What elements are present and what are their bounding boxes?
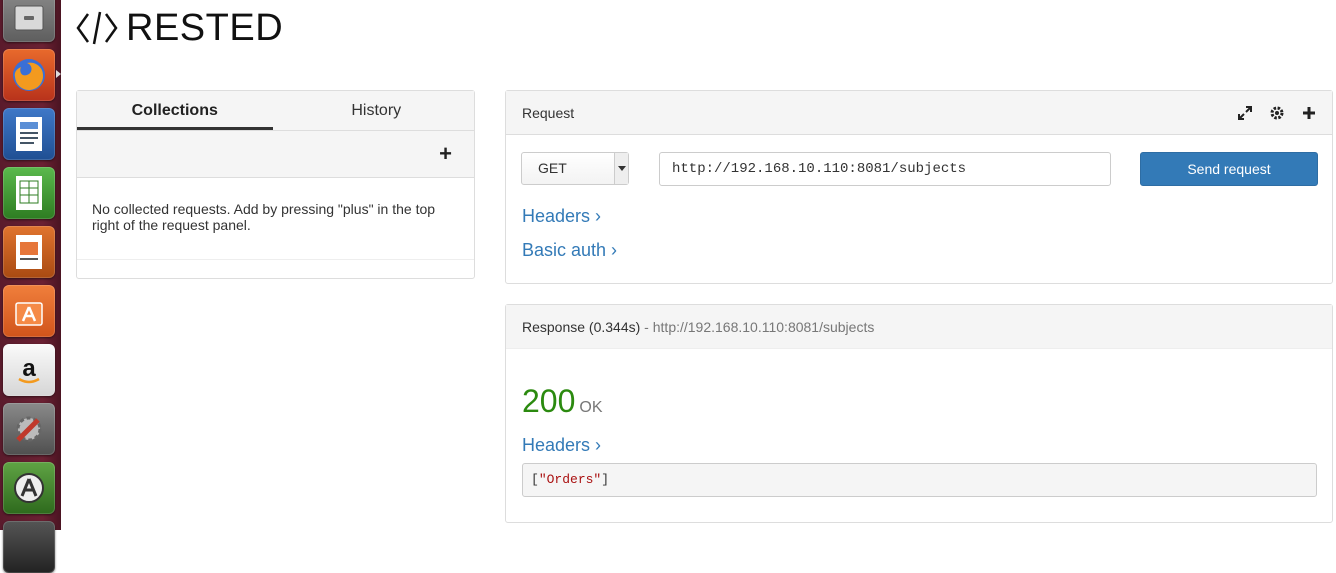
request-headers-link[interactable]: Headers › — [522, 206, 601, 227]
libreoffice-impress-icon — [3, 226, 55, 278]
software-updater-icon — [3, 462, 55, 514]
svg-text:a: a — [22, 355, 36, 382]
files-launcher-item[interactable] — [3, 0, 55, 42]
app-title: RESTED — [126, 6, 284, 49]
collections-toolbar: + — [77, 131, 474, 178]
response-headers-link[interactable]: Headers › — [522, 435, 601, 456]
amazon-launcher-item[interactable]: a — [3, 344, 55, 396]
request-panel-header: Request — [506, 91, 1332, 135]
request-panel: Request GET http://192.168.10.110:8081/s… — [505, 90, 1333, 284]
body-open: [ — [531, 472, 539, 487]
body-close: ] — [601, 472, 610, 487]
send-request-button[interactable]: Send request — [1140, 152, 1318, 186]
wrench-settings-icon — [3, 403, 55, 455]
empty-collections-message: No collected requests. Add by pressing "… — [92, 201, 436, 233]
amazon-icon: a — [3, 344, 55, 396]
libreoffice-writer-icon — [3, 108, 55, 160]
url-input[interactable]: http://192.168.10.110:8081/subjects — [659, 152, 1111, 186]
app-header: RESTED — [76, 6, 283, 50]
ubuntu-launcher: a — [0, 0, 61, 573]
libreoffice-calc-icon — [3, 167, 55, 219]
tab-collections[interactable]: Collections — [77, 91, 273, 130]
code-brackets-icon — [76, 11, 118, 45]
response-separator: - — [640, 319, 653, 335]
terminal-launcher-item[interactable] — [3, 521, 55, 573]
firefox-launcher-item[interactable] — [3, 49, 55, 101]
firefox-icon — [3, 49, 55, 101]
basic-auth-link[interactable]: Basic auth › — [522, 240, 617, 261]
collections-footer — [77, 259, 474, 278]
chevron-down-icon — [614, 153, 628, 184]
settings-launcher-item[interactable] — [3, 403, 55, 455]
writer-launcher-item[interactable] — [3, 108, 55, 160]
method-value: GET — [538, 160, 567, 176]
response-body: ["Orders"] — [522, 463, 1317, 497]
sidebar-tabs: Collections History — [77, 91, 474, 131]
updater-launcher-item[interactable] — [3, 462, 55, 514]
method-select[interactable]: GET — [521, 152, 629, 185]
response-title: Response (0.344s) — [522, 319, 641, 335]
response-panel-header: Response (0.344s) - http://192.168.10.11… — [506, 305, 1332, 349]
impress-launcher-item[interactable] — [3, 226, 55, 278]
body-string: "Orders" — [538, 472, 602, 487]
shopping-bag-icon — [3, 285, 55, 337]
calc-launcher-item[interactable] — [3, 167, 55, 219]
plus-icon[interactable] — [1300, 104, 1318, 122]
collections-panel: Collections History + No collected reque… — [76, 90, 475, 279]
software-center-launcher-item[interactable] — [3, 285, 55, 337]
expand-icon[interactable] — [1236, 104, 1254, 122]
active-indicator — [56, 70, 61, 78]
request-panel-title: Request — [522, 105, 575, 121]
status-code: 200 — [522, 383, 576, 419]
gear-icon[interactable] — [1268, 104, 1286, 122]
response-url: http://192.168.10.110:8081/subjects — [652, 319, 875, 335]
response-panel: Response (0.344s) - http://192.168.10.11… — [505, 304, 1333, 523]
request-panel-actions — [1236, 91, 1318, 135]
status-text: OK — [579, 399, 603, 416]
response-status: 200 OK — [522, 383, 603, 420]
file-cabinet-icon — [3, 0, 55, 42]
add-collection-button[interactable]: + — [439, 141, 452, 167]
tab-history[interactable]: History — [279, 91, 475, 130]
